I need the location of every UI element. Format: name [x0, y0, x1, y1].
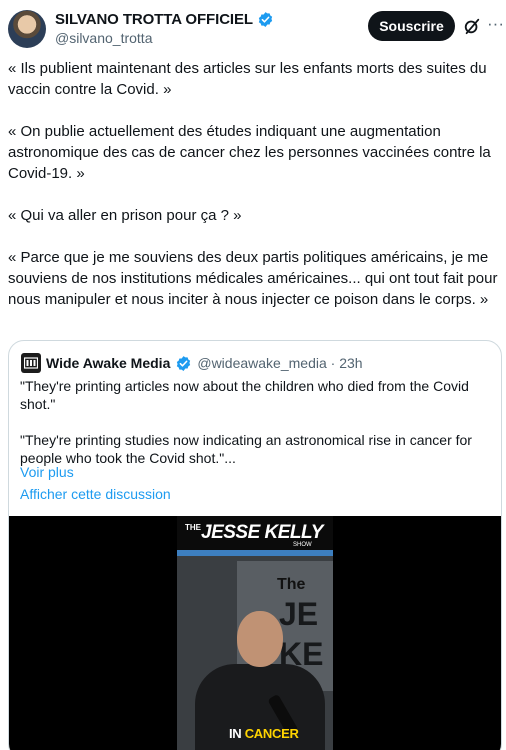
studio-sign-the: The	[277, 576, 306, 593]
quoted-paragraph: "They're printing studies now indicating…	[20, 432, 472, 466]
show-more-link[interactable]: Voir plus	[20, 464, 74, 480]
banner-stripe	[177, 550, 333, 556]
tweet-paragraph: « Qui va aller en prison pour ça ? »	[8, 207, 242, 224]
author-display-name[interactable]: SILVANO TROTTA OFFICIEL	[55, 11, 253, 28]
speaker-head	[237, 611, 283, 667]
caption-prefix: IN	[229, 726, 242, 741]
quoted-avatar[interactable]	[21, 353, 41, 373]
tv-logo-icon	[24, 357, 38, 369]
banner-show: SHOW	[293, 542, 312, 548]
quoted-tweet[interactable]: Wide Awake Media @wideawake_media · 23h …	[8, 340, 502, 750]
studio-sign-letters: JE KE	[279, 596, 324, 672]
tweet-text: « Ils publient maintenant des articles s…	[8, 58, 500, 331]
caption-highlight: CANCER	[244, 726, 299, 741]
tweet-paragraph: « Ils publient maintenant des articles s…	[8, 60, 487, 98]
banner-title: JESSE KELLY	[201, 522, 323, 543]
banner-the: THE	[185, 523, 201, 532]
tweet-paragraph: « On publie actuellement des études indi…	[8, 123, 491, 182]
quoted-paragraph: "They're printing articles now about the…	[20, 378, 469, 412]
more-icon[interactable]: ···	[487, 15, 504, 32]
show-thread-link[interactable]: Afficher cette discussion	[20, 486, 171, 502]
video-frame: The JE KE THE JESSE KELLY SHOW IN CANCER	[177, 516, 333, 750]
video-caption: IN CANCER	[229, 726, 299, 741]
verified-badge-icon	[258, 12, 273, 27]
show-banner: THE JESSE KELLY SHOW	[177, 516, 333, 556]
quoted-author-meta: @wideawake_media · 23h	[197, 355, 363, 371]
tweet-paragraph: « Parce que je me souviens des deux part…	[8, 249, 498, 308]
author-handle[interactable]: @silvano_trotta	[55, 30, 152, 46]
subscribe-button[interactable]: Souscrire	[368, 11, 455, 41]
author-name-row: SILVANO TROTTA OFFICIEL	[55, 11, 274, 28]
quoted-tweet-header: Wide Awake Media @wideawake_media · 23h	[21, 353, 363, 373]
video-media[interactable]: The JE KE THE JESSE KELLY SHOW IN CANCER	[9, 516, 501, 750]
grok-icon[interactable]	[463, 17, 481, 35]
avatar[interactable]	[8, 10, 46, 48]
verified-badge-icon	[177, 355, 191, 371]
tweet-header: SILVANO TROTTA OFFICIEL @silvano_trotta …	[8, 8, 504, 48]
quoted-author-name[interactable]: Wide Awake Media	[46, 355, 170, 371]
quoted-tweet-text: "They're printing articles now about the…	[20, 377, 490, 485]
